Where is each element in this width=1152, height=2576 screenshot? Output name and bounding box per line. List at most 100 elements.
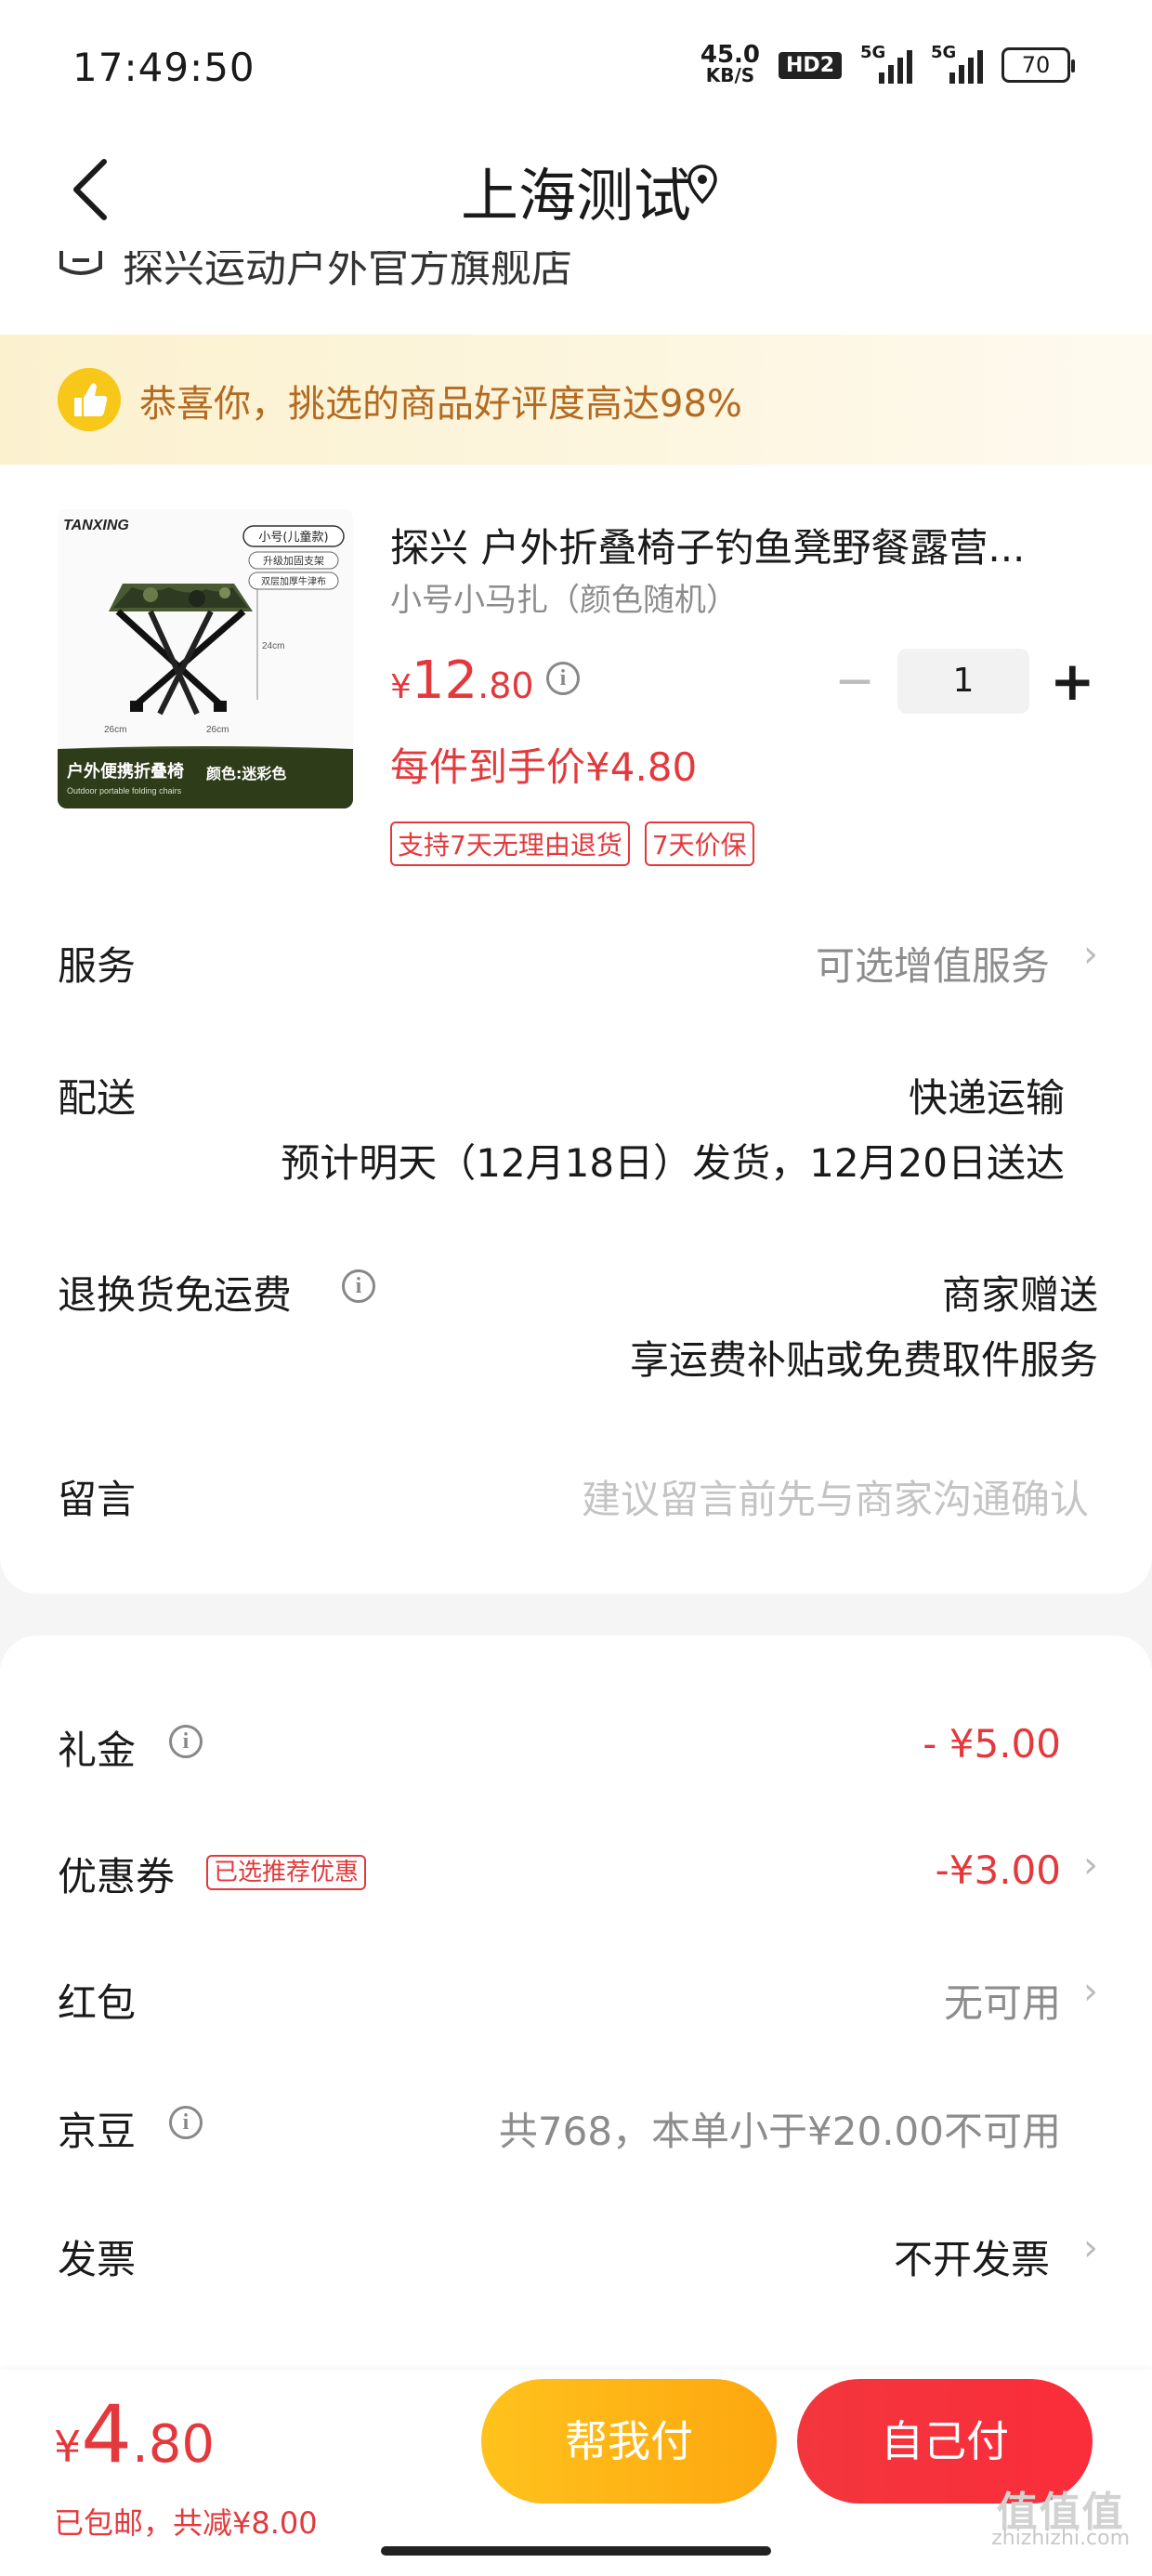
praise-banner: 恭喜你，挑选的商品好评度高达98% bbox=[0, 335, 1152, 465]
total-decimal: .80 bbox=[132, 2414, 216, 2475]
message-input[interactable]: 建议留言前先与商家沟通确认 bbox=[582, 1468, 1089, 1525]
delivery-method: 快递运输 bbox=[908, 1075, 1065, 1121]
checkout-bar: ¥4.80 已包邮，共减¥8.00 帮我付 自己付 值值值 zhizhizhi.… bbox=[0, 2370, 1152, 2576]
product-price: ¥12.80 bbox=[390, 651, 534, 711]
coupon-row[interactable]: 优惠券 已选推荐优惠 -¥3.00 › bbox=[58, 1844, 1098, 1901]
battery-icon: 70 bbox=[1001, 47, 1075, 83]
store-icon bbox=[59, 251, 102, 275]
delivery-row[interactable]: 配送 快递运输 预计明天（12月18日）发货，12月20日送达 bbox=[58, 1067, 1098, 1186]
watermark-logo: 值值值 bbox=[996, 2489, 1125, 2536]
quantity-stepper: − 1 + bbox=[827, 649, 1095, 714]
increase-quantity-button[interactable]: + bbox=[1050, 650, 1095, 713]
chevron-right-icon: › bbox=[1083, 1844, 1098, 1886]
invoice-label: 发票 bbox=[58, 2237, 137, 2282]
quantity-input[interactable]: 1 bbox=[897, 649, 1029, 714]
signal-icon: 5G bbox=[931, 43, 983, 84]
home-indicator[interactable] bbox=[381, 2546, 771, 2556]
image-dim-height: 24cm bbox=[262, 641, 284, 651]
message-label: 留言 bbox=[58, 1477, 137, 1522]
discounts-card: 礼金 i - ¥5.00 优惠券 已选推荐优惠 -¥3.00 › 红包 无可用 … bbox=[0, 1636, 1152, 2370]
image-brand: TANXING bbox=[63, 518, 129, 533]
info-icon[interactable]: i bbox=[169, 2106, 203, 2139]
coupon-value: -¥3.00 bbox=[935, 1847, 1061, 1893]
price-info-icon[interactable]: i bbox=[546, 662, 580, 695]
network-speed: 45.0 KB/S bbox=[700, 41, 761, 86]
invoice-row[interactable]: 发票 不开发票 › bbox=[58, 2227, 1098, 2284]
product-image[interactable]: TANXING 小号(儿童款) 升级加固支架 双层加厚牛津布 24cm 26cm… bbox=[58, 509, 353, 808]
image-caption: 户外便携折叠椅 bbox=[67, 761, 184, 782]
chevron-right-icon: › bbox=[1083, 1970, 1098, 2013]
return-shipping-row[interactable]: 退换货免运费 i 商家赠送 享运费补贴或免费取件服务 bbox=[58, 1264, 1098, 1383]
service-label: 服务 bbox=[58, 943, 137, 989]
image-dim-depth: 26cm bbox=[206, 725, 229, 735]
message-row[interactable]: 留言 建议留言前先与商家沟通确认 bbox=[58, 1468, 1098, 1524]
status-icons: 45.0 KB/S HD2 5G 5G 70 bbox=[700, 41, 1075, 86]
banner-text: 恭喜你，挑选的商品好评度高达98% bbox=[139, 383, 742, 426]
network-speed-value: 45.0 bbox=[700, 41, 761, 69]
location-pin-icon[interactable] bbox=[686, 164, 719, 204]
service-value: 可选增值服务 bbox=[815, 943, 1050, 989]
jingdou-row[interactable]: 京豆 i 共768，本单小于¥20.00不可用 bbox=[58, 2100, 1098, 2156]
store-name: 探兴运动户外官方旗舰店 bbox=[123, 251, 572, 292]
network-speed-unit: KB/S bbox=[705, 64, 755, 86]
image-label-size: 小号(儿童款) bbox=[258, 530, 328, 545]
store-row[interactable]: 探兴运动户外官方旗舰店 bbox=[0, 251, 1152, 335]
shipping-discount-note: 已包邮，共减¥8.00 bbox=[54, 2505, 318, 2541]
decrease-quantity-button[interactable]: − bbox=[827, 653, 883, 709]
chevron-right-icon: › bbox=[1083, 933, 1098, 976]
help-me-pay-button[interactable]: 帮我付 bbox=[481, 2379, 777, 2504]
pay-myself-button[interactable]: 自己付 bbox=[797, 2379, 1093, 2504]
return-shipping-label: 退换货免运费 bbox=[58, 1272, 293, 1318]
unit-price: 每件到手价¥4.80 bbox=[390, 744, 698, 790]
return-shipping-value: 商家赠送 bbox=[941, 1272, 1098, 1318]
price-integer: 12 bbox=[411, 651, 478, 711]
thumbs-up-icon bbox=[58, 368, 121, 431]
service-row[interactable]: 服务 可选增值服务 › bbox=[58, 933, 1098, 991]
coupon-label: 优惠券 bbox=[58, 1854, 176, 1899]
return-shipping-note: 享运费补贴或免费取件服务 bbox=[629, 1337, 1098, 1383]
jingdou-value: 共768，本单小于¥20.00不可用 bbox=[498, 2109, 1061, 2154]
signal-type-label: 5G bbox=[860, 43, 886, 62]
red-packet-label: 红包 bbox=[58, 1980, 137, 2026]
watermark-url: zhizhizhi.com bbox=[991, 2527, 1130, 2550]
battery-level: 70 bbox=[1021, 52, 1051, 78]
delivery-estimate: 预计明天（12月18日）发货，12月20日送达 bbox=[281, 1140, 1065, 1186]
product-title[interactable]: 探兴 户外折叠椅子钓鱼凳野餐露营... bbox=[390, 517, 1096, 573]
price-protect-tag: 7天价保 bbox=[644, 821, 754, 866]
gift-label: 礼金 bbox=[58, 1728, 137, 1773]
watermark: 值值值 zhizhizhi.com bbox=[991, 2489, 1130, 2552]
service-tags: 支持7天无理由退货 7天价保 bbox=[390, 821, 754, 866]
folding-stool-image: TANXING 小号(儿童款) 升级加固支架 双层加厚牛津布 24cm 26cm… bbox=[58, 509, 353, 808]
total-price: ¥4.80 bbox=[54, 2388, 215, 2481]
image-label-fabric: 双层加厚牛津布 bbox=[261, 575, 326, 587]
nav-header: 上海测试 bbox=[0, 130, 1152, 251]
image-label-frame: 升级加固支架 bbox=[263, 555, 324, 567]
price-currency: ¥ bbox=[390, 668, 412, 706]
red-packet-row[interactable]: 红包 无可用 › bbox=[58, 1970, 1098, 2028]
coupon-recommend-tag: 已选推荐优惠 bbox=[206, 1855, 367, 1890]
total-integer: 4 bbox=[81, 2388, 132, 2481]
gift-row[interactable]: 礼金 i - ¥5.00 bbox=[58, 1719, 1098, 1775]
info-icon[interactable]: i bbox=[342, 1269, 375, 1303]
image-subcaption: Outdoor portable folding chairs bbox=[67, 786, 182, 795]
hd-voice-icon: HD2 bbox=[779, 51, 842, 79]
jingdou-label: 京豆 bbox=[58, 2109, 137, 2154]
price-decimal: .80 bbox=[478, 665, 534, 706]
page-title: 上海测试 bbox=[460, 162, 691, 230]
invoice-value: 不开发票 bbox=[893, 2237, 1050, 2282]
order-card: TANXING 小号(儿童款) 升级加固支架 双层加厚牛津布 24cm 26cm… bbox=[0, 465, 1152, 1594]
total-currency: ¥ bbox=[54, 2422, 82, 2472]
info-icon[interactable]: i bbox=[169, 1725, 203, 1758]
chevron-right-icon: › bbox=[1083, 2227, 1098, 2269]
product-spec[interactable]: 小号小马扎（颜色随机） bbox=[390, 574, 738, 620]
image-color: 颜色:迷彩色 bbox=[206, 765, 286, 782]
status-bar: 17:49:50 45.0 KB/S HD2 5G 5G 70 bbox=[0, 0, 1152, 130]
red-packet-value: 无可用 bbox=[943, 1980, 1061, 2026]
signal-type-label: 5G bbox=[931, 43, 957, 62]
gift-value: - ¥5.00 bbox=[923, 1721, 1061, 1767]
delivery-label: 配送 bbox=[58, 1075, 137, 1121]
image-dim-width: 26cm bbox=[104, 725, 126, 735]
return-tag: 支持7天无理由退货 bbox=[390, 821, 630, 866]
status-time: 17:49:50 bbox=[72, 45, 255, 90]
signal-icon: 5G bbox=[860, 43, 912, 84]
